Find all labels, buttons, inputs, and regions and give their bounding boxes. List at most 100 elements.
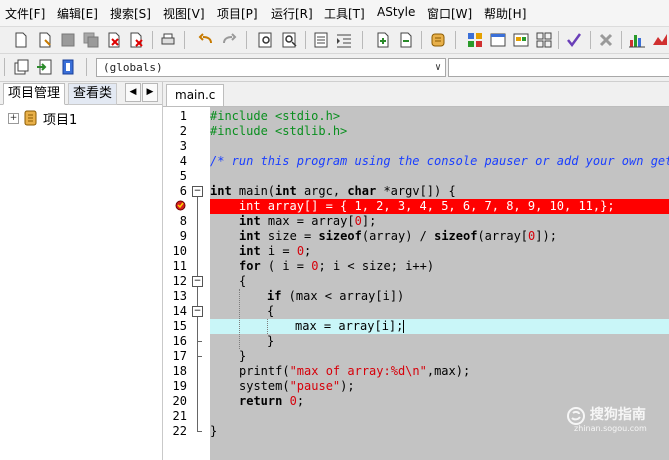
fold-toggle-icon[interactable]: −: [192, 186, 203, 197]
menu-file[interactable]: 文件[F]: [5, 5, 45, 22]
breakpoint-icon[interactable]: [175, 200, 186, 211]
project-panel-tabs: 项目管理 查看类 ◀ ▶: [0, 82, 162, 105]
line-number: 11: [172, 259, 187, 273]
tab-project-manager[interactable]: 项目管理: [3, 83, 66, 105]
line-number: 15: [172, 319, 187, 333]
line-number-gutter: 1 2 3 4 5 6 8 9 10 11 12 13 14 15 16 17 …: [163, 107, 210, 460]
editor-tabbar: main.c: [163, 82, 669, 107]
menu-astyle[interactable]: AStyle: [377, 5, 415, 19]
fold-line: [197, 197, 198, 285]
menu-view[interactable]: 视图[V]: [163, 5, 205, 22]
replace-icon[interactable]: [280, 30, 300, 50]
text-cursor: [403, 320, 405, 333]
line-number: 21: [172, 409, 187, 423]
profile-icon[interactable]: [650, 30, 669, 50]
project-panel: 项目管理 查看类 ◀ ▶ + 项目1: [0, 82, 163, 460]
code-line: #include <stdlib.h>: [210, 124, 348, 138]
project-options-icon[interactable]: [428, 30, 448, 50]
chart-icon[interactable]: [627, 30, 647, 50]
code-line: for ( i = 0; i < size; i++): [239, 259, 435, 273]
toolbar-separator: [152, 31, 153, 49]
menu-tools[interactable]: 工具[T]: [324, 5, 365, 22]
close-file-icon[interactable]: [104, 30, 124, 50]
tab-class-browser[interactable]: 查看类: [68, 83, 118, 105]
tree-expand-icon[interactable]: +: [8, 112, 19, 124]
goto-declaration-icon[interactable]: [34, 57, 54, 77]
redo-icon[interactable]: [219, 30, 239, 50]
fold-toggle-icon[interactable]: −: [192, 306, 203, 317]
add-file-icon[interactable]: [373, 30, 393, 50]
line-number: 22: [172, 424, 187, 438]
code-line: }: [267, 334, 275, 348]
menu-run[interactable]: 运行[R]: [271, 5, 313, 22]
tab-scroll-left-icon[interactable]: ◀: [125, 83, 141, 102]
save-icon[interactable]: [58, 30, 78, 50]
stop-icon[interactable]: [596, 30, 616, 50]
toolbar-separator: [421, 31, 422, 49]
menu-bar: 文件[F] 编辑[E] 搜索[S] 视图[V] 项目[P] 运行[R] 工具[T…: [0, 0, 669, 27]
compile-icon[interactable]: [465, 30, 485, 50]
rebuild-icon[interactable]: [534, 30, 554, 50]
line-number: 18: [172, 364, 187, 378]
line-number: 2: [179, 124, 187, 138]
run-icon[interactable]: [488, 30, 508, 50]
line-number: 19: [172, 379, 187, 393]
goto-line-icon[interactable]: [311, 30, 331, 50]
scope-combo[interactable]: (globals) ∨: [96, 58, 446, 77]
fold-end-marker: [197, 356, 202, 357]
symbol-combo[interactable]: [448, 58, 669, 77]
code-line: int main(int argc, char *argv[]) {: [210, 184, 456, 198]
code-line: }: [239, 349, 247, 363]
line-number: 10: [172, 244, 187, 258]
line-number: 9: [179, 229, 187, 243]
find-icon[interactable]: [256, 30, 276, 50]
open-file-icon[interactable]: [35, 30, 55, 50]
menu-window[interactable]: 窗口[W]: [427, 5, 472, 22]
code-line: }: [210, 424, 218, 438]
print-icon[interactable]: [158, 30, 178, 50]
project-icon: [24, 110, 37, 126]
new-class-icon[interactable]: [11, 57, 31, 77]
close-all-icon[interactable]: [127, 30, 147, 50]
toolbar-separator: [455, 31, 456, 49]
code-line: if (max < array[i]): [267, 289, 405, 303]
code-line: int array[] = { 1, 2, 3, 4, 5, 6, 7, 8, …: [210, 199, 615, 213]
tree-item-project[interactable]: + 项目1: [8, 109, 77, 128]
menu-help[interactable]: 帮助[H]: [484, 5, 526, 22]
line-number: 17: [172, 349, 187, 363]
sogou-logo-icon: [567, 406, 585, 425]
fold-line: [197, 317, 198, 432]
scope-combo-value: (globals): [103, 61, 163, 74]
toolbar-separator: [4, 58, 5, 76]
remove-file-icon[interactable]: [396, 30, 416, 50]
menu-edit[interactable]: 编辑[E]: [57, 5, 98, 22]
toolbar-separator: [184, 31, 185, 49]
save-all-icon[interactable]: [81, 30, 101, 50]
new-file-icon[interactable]: [11, 30, 31, 50]
tab-scroll-right-icon[interactable]: ▶: [142, 83, 158, 102]
compile-run-icon[interactable]: [511, 30, 531, 50]
toolbar-separator: [590, 31, 591, 49]
check-syntax-icon[interactable]: [564, 30, 584, 50]
code-line: return 0;: [239, 394, 305, 408]
code-line: printf("max of array:%d\n",max);: [239, 364, 471, 378]
undo-icon[interactable]: [196, 30, 216, 50]
chevron-down-icon[interactable]: ∨: [435, 59, 441, 76]
indent-icon[interactable]: [334, 30, 354, 50]
code-line: int max = array[0];: [239, 214, 377, 228]
fold-toggle-icon[interactable]: −: [192, 276, 203, 287]
toolbar-separator: [621, 31, 622, 49]
main-toolbar: [0, 27, 669, 54]
line-number: 8: [179, 214, 187, 228]
watermark: 搜狗指南 zhinan.sogou.com: [566, 404, 647, 433]
line-number: 20: [172, 394, 187, 408]
line-number: 14: [172, 304, 187, 318]
code-line: {: [239, 274, 247, 288]
tab-main-c[interactable]: main.c: [166, 84, 225, 106]
goto-definition-icon[interactable]: [58, 57, 78, 77]
menu-project[interactable]: 项目[P]: [217, 5, 258, 22]
toolbar-separator: [246, 31, 247, 49]
code-line: system("pause");: [239, 379, 355, 393]
toolbar-separator: [362, 31, 363, 49]
menu-search[interactable]: 搜索[S]: [110, 5, 151, 22]
